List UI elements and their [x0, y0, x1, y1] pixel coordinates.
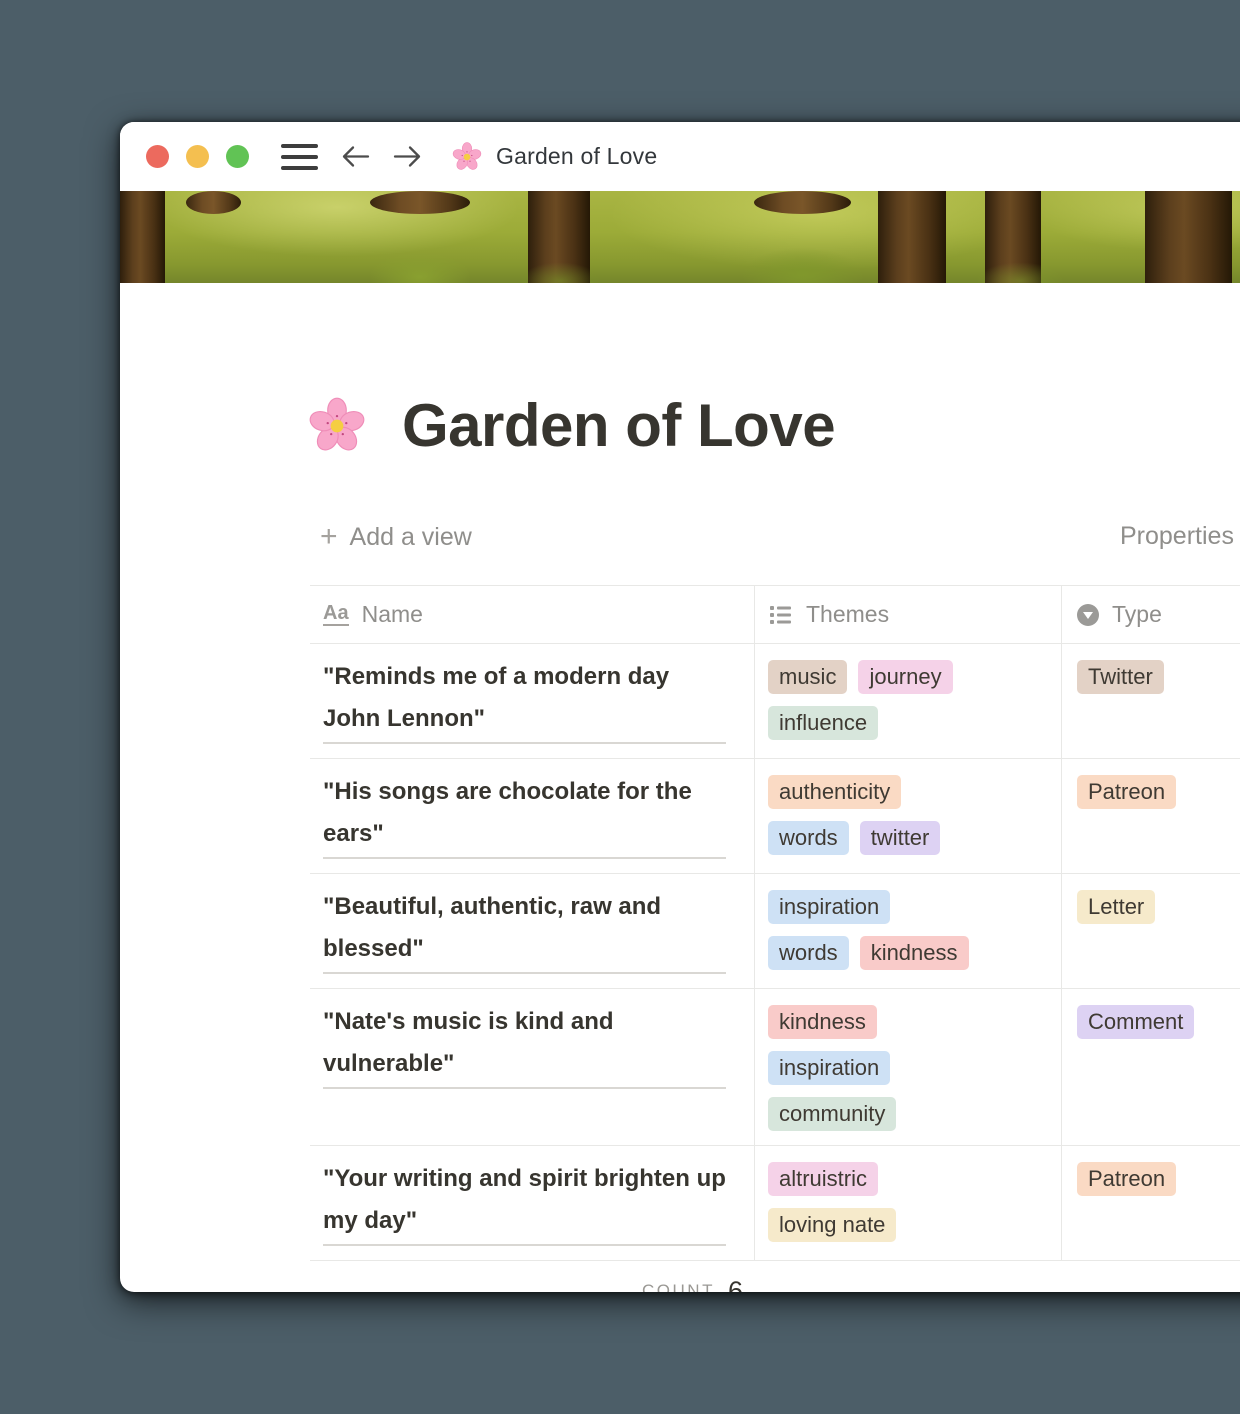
page-link[interactable]: "His songs are chocolate for the ears": [323, 771, 726, 859]
tag-line: altruistric: [768, 1162, 1053, 1196]
type-cell[interactable]: Patreon: [1062, 759, 1240, 873]
view-toolbar: + Add a view Properties: [310, 514, 1240, 560]
type-tag: Patreon: [1077, 775, 1176, 809]
zoom-button[interactable]: [226, 145, 249, 168]
theme-tag: authenticity: [768, 775, 901, 809]
name-cell[interactable]: "His songs are chocolate for the ears": [310, 759, 755, 873]
name-cell[interactable]: "Beautiful, authentic, raw and blessed": [310, 874, 755, 988]
column-header-themes[interactable]: Themes: [755, 586, 1062, 643]
tag-line: kindness: [768, 1005, 1053, 1039]
tag-line: music journey: [768, 660, 1053, 694]
theme-tag: loving nate: [768, 1208, 896, 1242]
window-titlebar: Garden of Love: [120, 122, 1240, 191]
tag-line: influence: [768, 706, 1053, 740]
themes-cell[interactable]: kindness inspiration community: [755, 989, 1062, 1145]
table-rows: "Reminds me of a modern day John Lennon"…: [310, 644, 1240, 1261]
table-row: "Beautiful, authentic, raw and blessed" i…: [310, 874, 1240, 989]
moss-texture: [120, 191, 1240, 283]
type-cell[interactable]: Letter: [1062, 874, 1240, 988]
theme-tag: kindness: [860, 936, 969, 970]
tag-line: authenticity: [768, 775, 1053, 809]
name-cell[interactable]: "Nate's music is kind and vulnerable": [310, 989, 755, 1145]
cover-image: [120, 191, 1240, 283]
table-row: "Nate's music is kind and vulnerable" kin…: [310, 989, 1240, 1146]
tag-line: inspiration: [768, 1051, 1053, 1085]
minimize-button[interactable]: [186, 145, 209, 168]
plus-icon: +: [320, 522, 338, 552]
theme-tag: altruistric: [768, 1162, 878, 1196]
tag-line: inspiration: [768, 890, 1053, 924]
table-header-row: Aa Name Themes Type: [310, 585, 1240, 644]
count-label: COUNT: [642, 1281, 715, 1292]
text-property-icon: Aa: [323, 603, 349, 626]
page-link[interactable]: "Beautiful, authentic, raw and blessed": [323, 886, 726, 974]
properties-button[interactable]: Properties: [1120, 522, 1234, 551]
column-label: Type: [1112, 601, 1162, 628]
forward-arrow-icon[interactable]: [393, 144, 422, 169]
theme-tag: journey: [858, 660, 952, 694]
page-link[interactable]: "Reminds me of a modern day John Lennon": [323, 656, 726, 744]
column-header-name[interactable]: Aa Name: [310, 586, 755, 643]
close-button[interactable]: [146, 145, 169, 168]
tag-line: community: [768, 1097, 1053, 1131]
themes-cell[interactable]: inspiration words kindness: [755, 874, 1062, 988]
type-cell[interactable]: Twitter: [1062, 644, 1240, 758]
page-title[interactable]: Garden of Love: [402, 391, 835, 460]
database-table: Aa Name Themes Type "Reminds me of a mod…: [310, 585, 1240, 1292]
page-emoji-cherry-blossom-icon[interactable]: [308, 397, 366, 455]
theme-tag: twitter: [860, 821, 941, 855]
theme-tag: kindness: [768, 1005, 877, 1039]
type-tag: Letter: [1077, 890, 1155, 924]
notion-window: Garden of Love Garden of Love + Add a vi…: [120, 122, 1240, 1292]
theme-tag: inspiration: [768, 1051, 890, 1085]
titlebar-title: Garden of Love: [496, 143, 657, 170]
back-arrow-icon[interactable]: [341, 144, 370, 169]
type-tag: Comment: [1077, 1005, 1194, 1039]
themes-cell[interactable]: altruistric loving nate: [755, 1146, 1062, 1260]
add-view-label: Add a view: [350, 523, 472, 552]
page-header: Garden of Love: [310, 391, 1240, 460]
name-cell[interactable]: "Your writing and spirit brighten up my …: [310, 1146, 755, 1260]
bulleted-list-icon: [768, 602, 793, 627]
column-label: Name: [362, 601, 423, 628]
theme-tag: inspiration: [768, 890, 890, 924]
themes-cell[interactable]: music journey influence: [755, 644, 1062, 758]
select-dropdown-icon: [1077, 604, 1099, 626]
type-tag: Patreon: [1077, 1162, 1176, 1196]
column-label: Themes: [806, 601, 889, 628]
theme-tag: words: [768, 936, 849, 970]
column-header-type[interactable]: Type: [1062, 586, 1240, 643]
traffic-lights: [146, 145, 249, 168]
theme-tag: words: [768, 821, 849, 855]
theme-tag: influence: [768, 706, 878, 740]
tag-line: loving nate: [768, 1208, 1053, 1242]
type-cell[interactable]: Comment: [1062, 989, 1240, 1145]
type-cell[interactable]: Patreon: [1062, 1146, 1240, 1260]
table-footer: COUNT 6: [310, 1261, 1240, 1292]
table-row: "Your writing and spirit brighten up my …: [310, 1146, 1240, 1261]
page-link[interactable]: "Your writing and spirit brighten up my …: [323, 1158, 726, 1246]
table-row: "His songs are chocolate for the ears" au…: [310, 759, 1240, 874]
themes-cell[interactable]: authenticity words twitter: [755, 759, 1062, 873]
hamburger-menu-icon[interactable]: [281, 144, 318, 170]
page-link[interactable]: "Nate's music is kind and vulnerable": [323, 1001, 726, 1089]
type-tag: Twitter: [1077, 660, 1164, 694]
cherry-blossom-icon: [452, 142, 482, 172]
add-view-button[interactable]: + Add a view: [310, 522, 472, 552]
tag-line: words kindness: [768, 936, 1053, 970]
name-cell[interactable]: "Reminds me of a modern day John Lennon": [310, 644, 755, 758]
count-toggle[interactable]: COUNT 6: [310, 1261, 755, 1292]
theme-tag: music: [768, 660, 847, 694]
table-row: "Reminds me of a modern day John Lennon"…: [310, 644, 1240, 759]
theme-tag: community: [768, 1097, 896, 1131]
count-value: 6: [728, 1276, 743, 1293]
tag-line: words twitter: [768, 821, 1053, 855]
